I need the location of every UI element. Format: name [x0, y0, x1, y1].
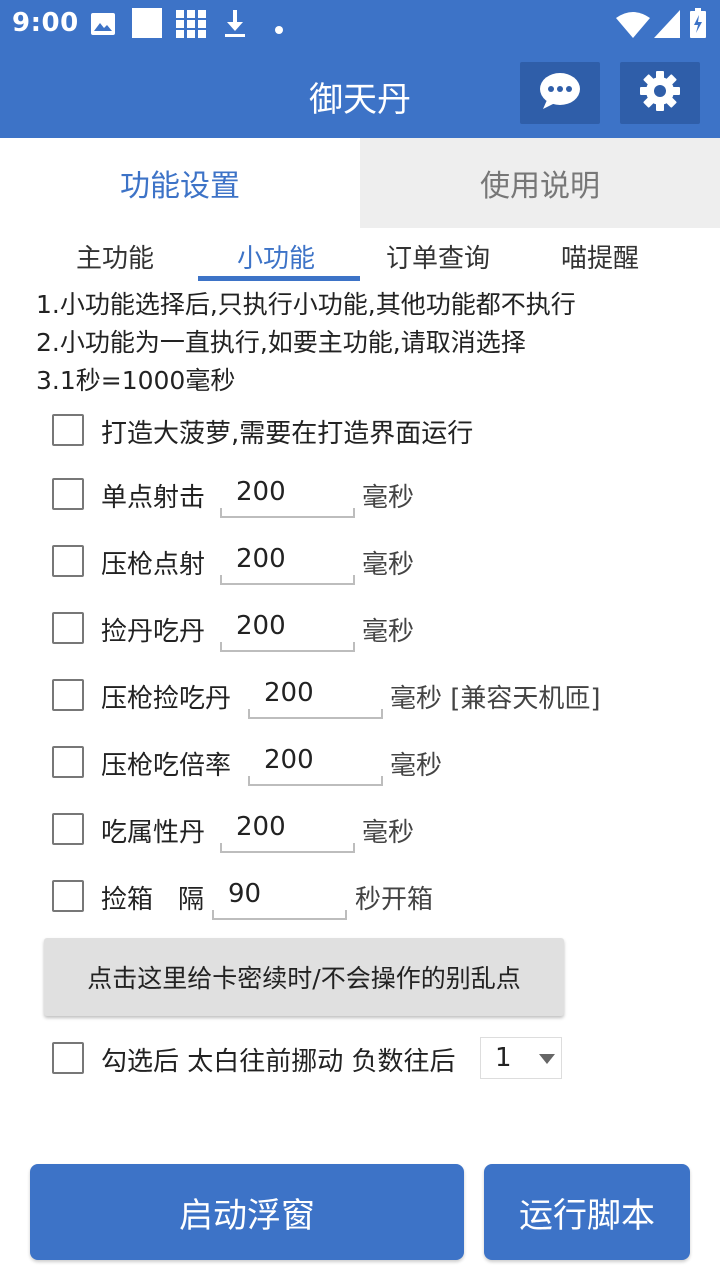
move-offset-select[interactable]: 1: [480, 1037, 562, 1079]
pick-box-label: 捡箱: [101, 885, 154, 915]
eat-attribute-input[interactable]: 200: [220, 807, 355, 853]
tab-usage-instructions[interactable]: 使用说明: [360, 138, 720, 228]
recoil-shot-label: 压枪点射: [101, 550, 206, 580]
chat-button[interactable]: [520, 62, 600, 124]
dot-icon: [274, 20, 284, 39]
pick-eat-checkbox[interactable]: [52, 612, 84, 644]
single-shot-checkbox[interactable]: [52, 478, 84, 510]
option-recoil-shot: 压枪点射 200 毫秒: [0, 531, 720, 591]
recoil-pick-eat-label: 压枪捡吃丹: [101, 684, 232, 714]
option-eat-attribute: 吃属性丹 200 毫秒: [0, 799, 720, 859]
chevron-down-icon: [539, 1054, 555, 1064]
single-shot-input[interactable]: 200: [220, 472, 355, 518]
pick-eat-label: 捡丹吃丹: [101, 617, 206, 647]
battery-icon: [690, 8, 706, 42]
start-float-window-button[interactable]: 启动浮窗: [30, 1164, 464, 1260]
pick-box-unit: 秒开箱: [355, 885, 434, 915]
subtab-main-function[interactable]: 主功能: [76, 238, 154, 275]
pineapple-checkbox[interactable]: [52, 414, 84, 446]
wifi-icon: [616, 12, 650, 42]
option-move: 勾选后 太白往前挪动 负数往后: [0, 1028, 720, 1088]
option-single-shot: 单点射击 200 毫秒: [0, 464, 720, 524]
download-icon: [224, 10, 246, 42]
recoil-shot-checkbox[interactable]: [52, 545, 84, 577]
recoil-multiplier-checkbox[interactable]: [52, 746, 84, 778]
chat-icon: [539, 72, 581, 114]
pick-box-input[interactable]: 90: [212, 874, 347, 920]
grid-icon: [176, 10, 206, 42]
recoil-shot-unit: 毫秒: [362, 550, 415, 580]
option-pineapple: 打造大菠萝,需要在打造界面运行: [0, 400, 720, 460]
recoil-multiplier-unit: 毫秒: [390, 751, 443, 781]
option-recoil-multiplier: 压枪吃倍率 200 毫秒: [0, 732, 720, 792]
option-pick-eat: 捡丹吃丹 200 毫秒: [0, 598, 720, 658]
pick-box-checkbox[interactable]: [52, 880, 84, 912]
pick-box-interval-label: 隔: [178, 885, 205, 915]
square-icon: [132, 8, 162, 42]
single-shot-label: 单点射击: [101, 483, 206, 513]
renew-card-button[interactable]: 点击这里给卡密续时/不会操作的别乱点: [44, 938, 564, 1016]
eat-attribute-label: 吃属性丹: [101, 818, 206, 848]
move-checkbox[interactable]: [52, 1042, 84, 1074]
gear-icon: [639, 70, 681, 116]
recoil-multiplier-label: 压枪吃倍率: [101, 751, 232, 781]
tab-function-settings[interactable]: 功能设置: [0, 138, 360, 228]
eat-attribute-unit: 毫秒: [362, 818, 415, 848]
recoil-pick-eat-unit: 毫秒 [兼容天机匝]: [390, 684, 601, 714]
note-line: 2.小功能为一直执行,如要主功能,请取消选择: [36, 328, 526, 357]
active-tab-indicator: [198, 276, 360, 281]
move-offset-value: 1: [495, 1043, 512, 1073]
recoil-pick-eat-checkbox[interactable]: [52, 679, 84, 711]
subtab-meow-reminder[interactable]: 喵提醒: [561, 238, 639, 275]
image-icon: [90, 12, 116, 40]
recoil-shot-input[interactable]: 200: [220, 539, 355, 585]
note-line: 3.1秒=1000毫秒: [36, 366, 236, 395]
recoil-multiplier-input[interactable]: 200: [248, 740, 383, 786]
run-script-button[interactable]: 运行脚本: [484, 1164, 690, 1260]
sub-tabs: 主功能 小功能 订单查询 喵提醒: [0, 228, 720, 284]
main-tabs: 功能设置 使用说明: [0, 138, 720, 228]
option-pick-box: 捡箱 隔 90 秒开箱: [0, 866, 720, 926]
instructions-notes: 1.小功能选择后,只执行小功能,其他功能都不执行 2.小功能为一直执行,如要主功…: [36, 286, 576, 400]
recoil-pick-eat-input[interactable]: 200: [248, 673, 383, 719]
eat-attribute-checkbox[interactable]: [52, 813, 84, 845]
pick-eat-unit: 毫秒: [362, 617, 415, 647]
app-bar: 御天丹: [0, 48, 720, 138]
note-line: 1.小功能选择后,只执行小功能,其他功能都不执行: [36, 290, 576, 319]
status-time: 9:00: [12, 8, 79, 38]
single-shot-unit: 毫秒: [362, 483, 415, 513]
pineapple-label: 打造大菠萝,需要在打造界面运行: [101, 419, 474, 449]
status-bar: 9:00: [0, 0, 720, 48]
pick-eat-input[interactable]: 200: [220, 606, 355, 652]
settings-button[interactable]: [620, 62, 700, 124]
signal-icon: [654, 10, 680, 42]
option-recoil-pick-eat: 压枪捡吃丹 200 毫秒 [兼容天机匝]: [0, 665, 720, 725]
move-label: 勾选后 太白往前挪动 负数往后: [101, 1047, 456, 1077]
subtab-order-query[interactable]: 订单查询: [386, 238, 490, 275]
subtab-small-function[interactable]: 小功能: [237, 238, 315, 275]
app-title: 御天丹: [309, 80, 411, 120]
